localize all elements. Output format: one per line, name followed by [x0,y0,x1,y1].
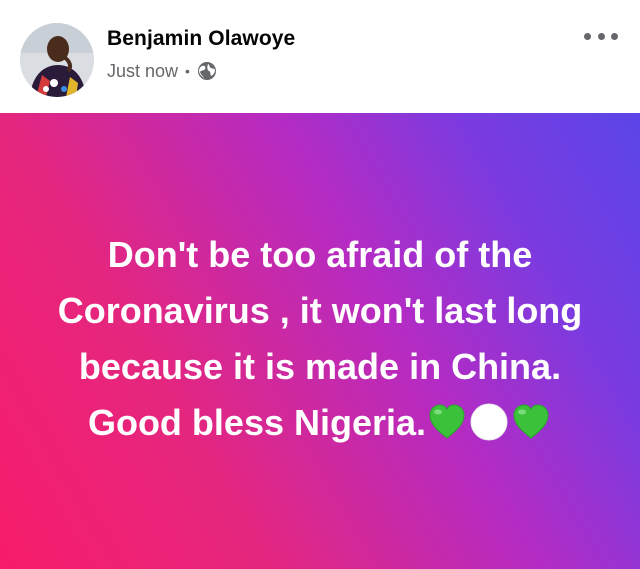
colored-background-post: Don't be too afraid of the Coronavirus ,… [0,113,640,569]
author-name[interactable]: Benjamin Olawoye [107,27,295,51]
more-dot [597,32,605,40]
green-heart-emoji [427,402,467,442]
post-header: Benjamin Olawoye Just now • [0,0,640,113]
more-dot [611,32,618,40]
green-heart-emoji [511,402,551,442]
avatar[interactable] [20,23,94,97]
timestamp[interactable]: Just now [107,61,178,82]
facebook-post: Benjamin Olawoye Just now • Don't be too… [0,0,640,569]
white-circle-emoji [469,402,509,442]
post-meta: Just now • [107,60,217,82]
globe-icon[interactable] [197,61,217,81]
avatar-image [20,23,94,97]
meta-separator: • [185,63,190,79]
post-text-block: Don't be too afraid of the Coronavirus ,… [40,227,600,451]
more-dot [584,32,591,40]
more-options-button[interactable] [584,26,618,46]
